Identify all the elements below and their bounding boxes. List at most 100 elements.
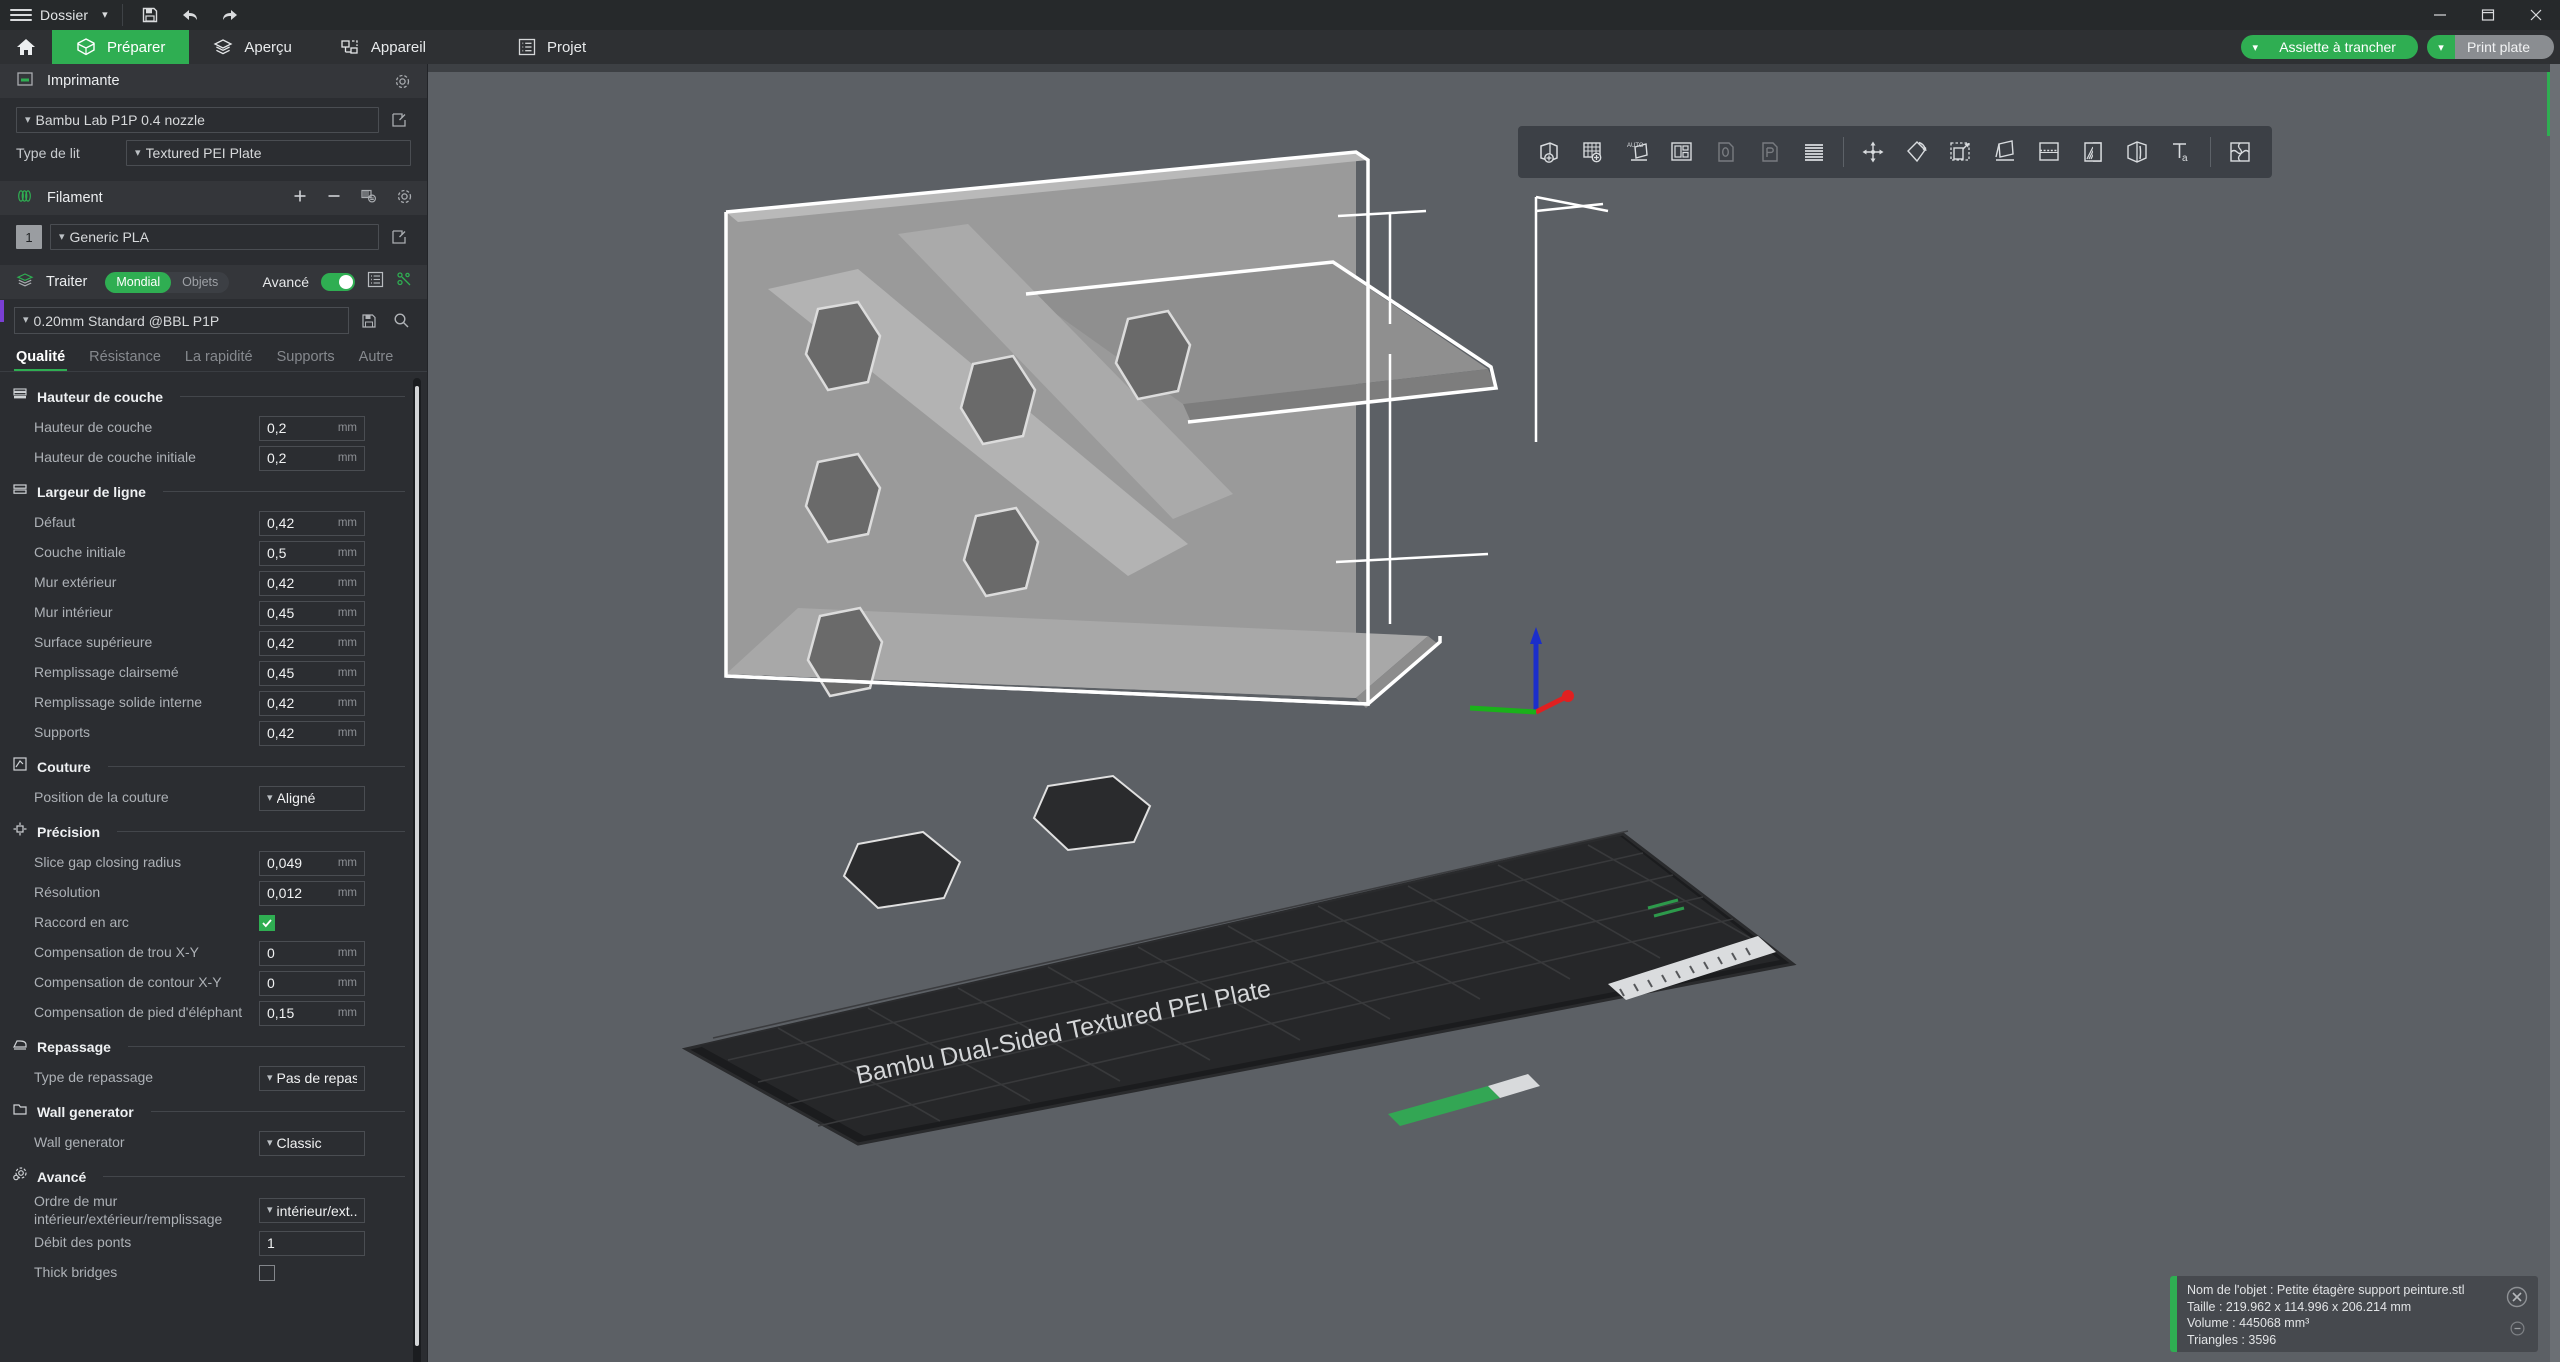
scale-icon[interactable]	[1939, 130, 1983, 174]
setting-input-supports[interactable]: 0,42 mm	[259, 720, 365, 746]
compare-presets-icon[interactable]	[396, 271, 413, 293]
setting-input-resolution[interactable]: 0,012 mm	[259, 880, 365, 906]
text-icon[interactable]: a	[2159, 130, 2203, 174]
remove-filament-icon[interactable]	[326, 188, 342, 208]
redo-icon[interactable]	[217, 2, 243, 28]
setting-input-hauteur-de-couche[interactable]: 0,2 mm	[259, 415, 365, 441]
move-icon[interactable]	[1851, 130, 1895, 174]
orient-p-icon[interactable]	[1748, 130, 1792, 174]
setting-input-slice-gap-closing-radius[interactable]: 0,049 mm	[259, 850, 365, 876]
setting-input-mur-interieur[interactable]: 0,45 mm	[259, 600, 365, 626]
setting-select-wall-generator[interactable]: ▾ Classic	[259, 1130, 365, 1156]
setting-control: 0,15 mm	[259, 1000, 405, 1026]
add-object-icon[interactable]	[1528, 130, 1572, 174]
setting-input-remplissage-clairseme[interactable]: 0,45 mm	[259, 660, 365, 686]
maximize-button[interactable]	[2464, 0, 2512, 30]
printer-settings-gear-icon[interactable]	[394, 73, 411, 90]
printer-preset-select[interactable]: ▾ Bambu Lab P1P 0.4 nozzle	[16, 107, 379, 133]
tab-projet[interactable]: Projet	[494, 30, 610, 64]
tab-apercu[interactable]: Aperçu	[189, 30, 316, 64]
process-preset-select[interactable]: ▾ 0.20mm Standard @BBL P1P	[14, 307, 349, 334]
printer-preset-row: ▾ Bambu Lab P1P 0.4 nozzle	[0, 107, 427, 133]
minimize-button[interactable]	[2416, 0, 2464, 30]
setting-input-couche-initiale[interactable]: 0,5 mm	[259, 540, 365, 566]
advanced-label: Avancé	[262, 274, 309, 290]
setting-checkbox-thick-bridges[interactable]	[259, 1265, 275, 1281]
file-menu-label[interactable]: Dossier	[40, 7, 88, 23]
layers-icon[interactable]	[1792, 130, 1836, 174]
filament-edit-button[interactable]	[387, 225, 411, 249]
group-title: Wall generator	[37, 1103, 134, 1120]
cut-icon[interactable]	[2027, 130, 2071, 174]
setting-unit: mm	[337, 887, 357, 899]
tab-supports[interactable]: Supports	[275, 344, 337, 372]
tab-resistance[interactable]: Résistance	[87, 344, 163, 372]
parameter-list-icon[interactable]	[367, 271, 384, 293]
close-button[interactable]	[2512, 0, 2560, 30]
setting-select-position-de-la-couture[interactable]: ▾ Aligné	[259, 785, 365, 811]
chevron-down-icon[interactable]: ▾	[102, 9, 108, 21]
setting-input-mur-exterieur[interactable]: 0,42 mm	[259, 570, 365, 596]
setting-control: 1	[259, 1230, 405, 1256]
group-divider	[103, 1176, 405, 1177]
advanced-toggle[interactable]	[321, 273, 355, 291]
settings-scrollbar[interactable]	[413, 378, 421, 1362]
filament-preset-select[interactable]: ▾ Generic PLA	[50, 224, 379, 250]
setting-control: 0,2 mm	[259, 445, 405, 471]
setting-select-ordre-de-mur-interieur-exterieur-remplissage[interactable]: ▾ intérieur/ext...	[259, 1198, 365, 1223]
print-plate-button[interactable]: ▾ Print plate	[2426, 35, 2554, 59]
rotate-icon[interactable]	[1895, 130, 1939, 174]
scope-global-option[interactable]: Mondial	[105, 271, 172, 293]
tab-qualite[interactable]: Qualité	[14, 344, 68, 372]
setting-input-remplissage-solide-interne[interactable]: 0,42 mm	[259, 690, 365, 716]
setting-unit: mm	[337, 667, 357, 679]
setting-input-surface-superieure[interactable]: 0,42 mm	[259, 630, 365, 656]
tab-preparer[interactable]: Préparer	[52, 30, 190, 64]
home-button[interactable]	[0, 30, 52, 64]
3d-viewport[interactable]: Bambu Dual-Sided Textured PEI Plate AUTO…	[428, 64, 2560, 1362]
toolbar-divider	[1843, 137, 1844, 167]
tab-rapidite[interactable]: La rapidité	[183, 344, 255, 372]
save-icon[interactable]	[137, 2, 163, 28]
setting-input-hauteur-de-couche-initiale[interactable]: 0,2 mm	[259, 445, 365, 471]
print-dropdown-caret[interactable]: ▾	[2426, 35, 2455, 59]
hamburger-icon[interactable]	[10, 9, 32, 21]
group-title: Couture	[37, 758, 91, 775]
orient-0-icon[interactable]	[1704, 130, 1748, 174]
auto-arrange-icon[interactable]: AUTO	[1616, 130, 1660, 174]
setting-checkbox-raccord-en-arc[interactable]	[259, 915, 275, 931]
tab-autre[interactable]: Autre	[357, 344, 396, 372]
3d-scene[interactable]: Bambu Dual-Sided Textured PEI Plate	[428, 64, 2560, 1362]
setting-input-compensation-de-trou-x-y[interactable]: 0 mm	[259, 940, 365, 966]
add-plate-icon[interactable]	[1572, 130, 1616, 174]
minus-circle-icon[interactable]	[2510, 1321, 2525, 1341]
undo-icon[interactable]	[177, 2, 203, 28]
device-icon	[340, 37, 360, 57]
arrange-layout-icon[interactable]	[1660, 130, 1704, 174]
slice-dropdown-caret[interactable]: ▾	[2241, 35, 2270, 59]
slice-plate-button[interactable]: ▾ Assiette à trancher	[2241, 35, 2418, 59]
setting-input-compensation-de-contour-x-y[interactable]: 0 mm	[259, 970, 365, 996]
tab-appareil[interactable]: Appareil	[316, 30, 450, 64]
process-save-button[interactable]	[357, 309, 381, 333]
support-painting-icon[interactable]	[2071, 130, 2115, 174]
process-search-button[interactable]	[389, 309, 413, 333]
setting-unit: mm	[337, 607, 357, 619]
color-painting-icon[interactable]	[2115, 130, 2159, 174]
assembly-icon[interactable]	[2218, 130, 2262, 174]
setting-input-compensation-de-pied-d-elephant[interactable]: 0,15 mm	[259, 1000, 365, 1026]
printer-edit-button[interactable]	[387, 108, 411, 132]
add-filament-icon[interactable]	[292, 188, 308, 208]
filament-settings-gear-icon[interactable]	[396, 188, 413, 209]
bed-type-value: Textured PEI Plate	[145, 145, 262, 161]
bed-type-select[interactable]: ▾ Textured PEI Plate	[126, 140, 411, 166]
close-circle-icon[interactable]	[2506, 1286, 2528, 1313]
object-info-card: Nom de l'objet : Petite étagère support …	[2170, 1276, 2538, 1352]
place-on-face-icon[interactable]	[1983, 130, 2027, 174]
scope-objects-option[interactable]: Objets	[171, 272, 229, 293]
setting-input-defaut[interactable]: 0,42 mm	[259, 510, 365, 536]
process-scope-toggle[interactable]: Mondial Objets	[105, 271, 230, 293]
spool-settings-icon[interactable]	[360, 187, 378, 209]
setting-select-type-de-repassage[interactable]: ▾Pas de repas...	[259, 1065, 365, 1091]
setting-input-debit-des-ponts[interactable]: 1	[259, 1230, 365, 1256]
